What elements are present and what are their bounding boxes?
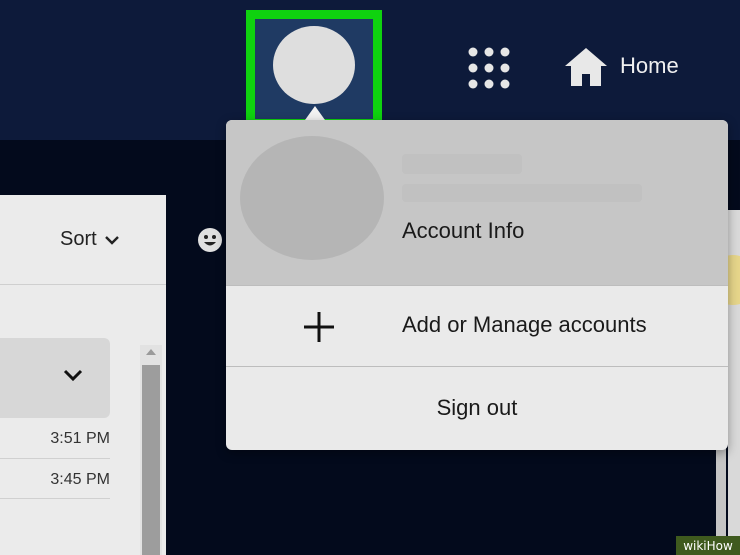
watermark-logo: wikiHow — [676, 536, 740, 555]
list-group-header[interactable] — [0, 338, 110, 418]
apps-grid-icon[interactable] — [468, 47, 510, 89]
home-icon[interactable] — [563, 46, 609, 88]
sign-out-button[interactable]: Sign out — [226, 367, 728, 450]
emoji-icon[interactable] — [197, 227, 223, 253]
account-info-link[interactable]: Account Info — [402, 218, 524, 244]
sort-button[interactable]: Sort — [60, 228, 119, 251]
account-email-redacted — [402, 184, 642, 202]
account-dropdown-menu: Account Info Add or Manage accounts Sign… — [226, 120, 728, 450]
account-info-section[interactable]: Account Info — [226, 120, 728, 285]
manage-accounts-label: Add or Manage accounts — [402, 312, 647, 337]
list-row-divider — [0, 458, 110, 459]
list-row-divider — [0, 498, 110, 499]
message-time: 3:51 PM — [50, 430, 110, 447]
home-link[interactable]: Home — [620, 53, 679, 79]
account-name-redacted — [402, 154, 522, 174]
chevron-down-icon[interactable] — [62, 364, 84, 386]
sign-out-label: Sign out — [436, 395, 518, 420]
message-time: 3:45 PM — [50, 471, 110, 488]
divider — [0, 284, 166, 285]
list-scrollbar[interactable] — [140, 345, 162, 555]
scroll-up-arrow-icon[interactable] — [146, 349, 156, 355]
manage-accounts-item[interactable]: Add or Manage accounts — [226, 286, 728, 366]
plus-icon — [304, 312, 334, 342]
avatar-icon[interactable] — [273, 26, 355, 104]
dropdown-caret — [305, 106, 325, 120]
chevron-down-icon — [104, 235, 119, 245]
sort-label: Sort — [60, 228, 97, 250]
scrollbar-thumb[interactable] — [142, 365, 160, 555]
avatar — [240, 136, 384, 260]
